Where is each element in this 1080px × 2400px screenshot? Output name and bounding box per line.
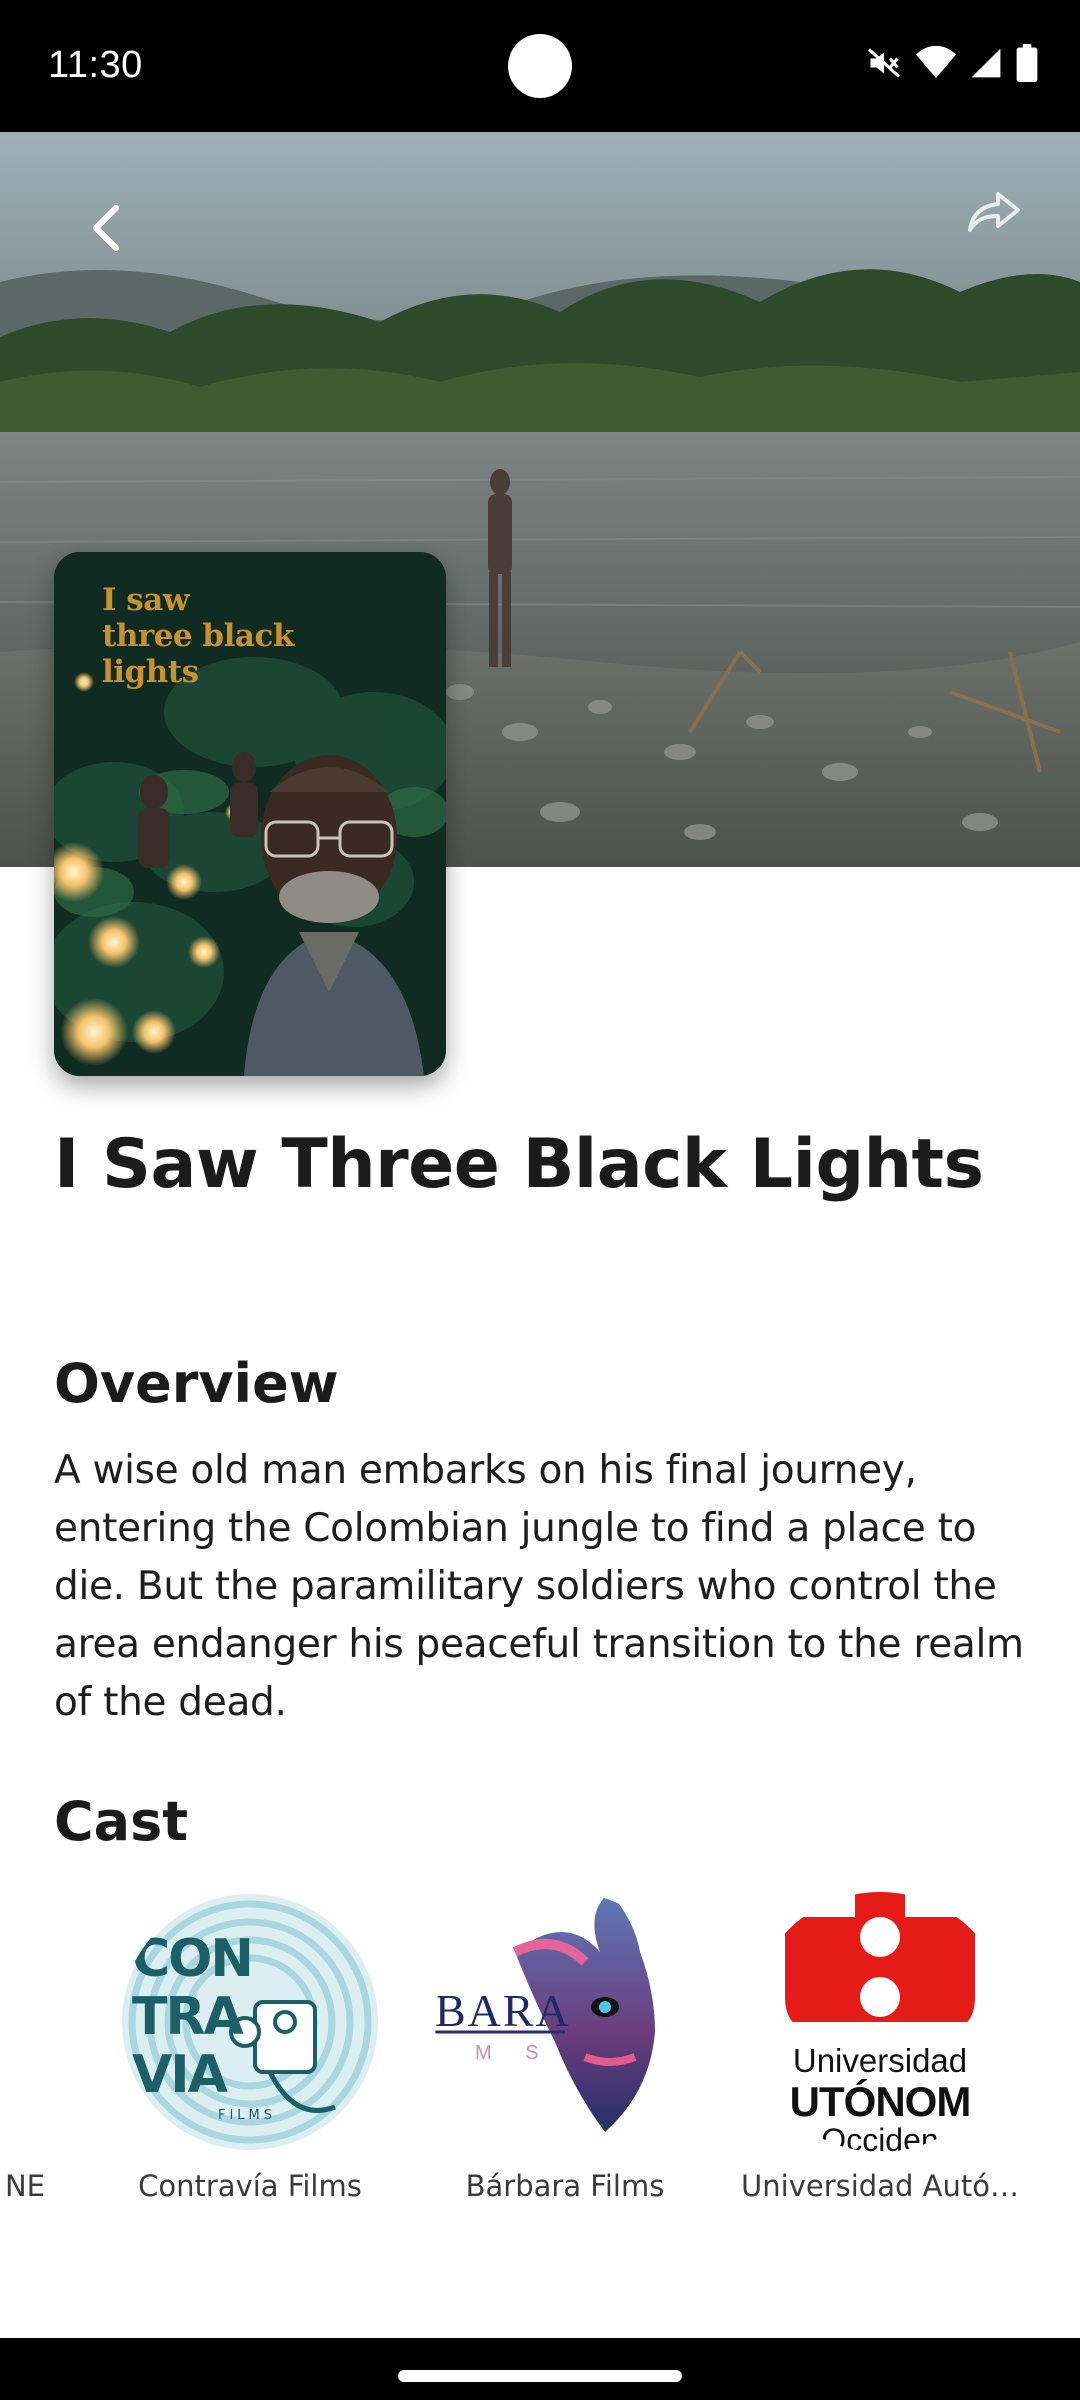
battery-icon: [1016, 44, 1038, 82]
share-button[interactable]: [958, 176, 1030, 248]
status-bar: 11:30: [0, 0, 1080, 132]
cast-list[interactable]: NE CON TRA VIA FILMS Contravía Films BAR…: [0, 1892, 1080, 2222]
movie-detail-screen: I saw three black lights I Saw Three Bla…: [0, 132, 1080, 2338]
chevron-left-icon: [93, 205, 119, 251]
camera-cutout: [508, 34, 572, 98]
logo-text: M S: [475, 2042, 553, 2064]
cast-name: Bárbara Films: [465, 2169, 665, 2203]
cast-name: Contravía Films: [138, 2169, 362, 2203]
poster-title: I saw three black lights: [102, 582, 302, 690]
logo-text: Universidad: [792, 2042, 968, 2079]
cast-item[interactable]: Universidad UTÓNOM Occiden Universidad A…: [740, 1892, 1020, 2222]
cast-avatar: BARA M S: [435, 1892, 695, 2152]
logo-text: Occiden: [821, 2122, 939, 2152]
cast-avatar: Universidad UTÓNOM Occiden: [750, 1892, 1010, 2152]
cast-avatar: CON TRA VIA FILMS: [120, 1892, 380, 2152]
movie-title: I Saw Three Black Lights: [54, 1125, 984, 1204]
navigation-bar: [0, 2338, 1080, 2400]
overview-heading: Overview: [54, 1352, 339, 1415]
cast-avatar: [0, 1892, 25, 2152]
logo-text: BARA: [435, 1985, 571, 2036]
cast-name: Universidad Autó…: [741, 2169, 1019, 2203]
signal-icon: [971, 48, 1001, 78]
status-icons: [866, 44, 1038, 82]
cast-heading: Cast: [54, 1790, 189, 1853]
overview-text: A wise old man embarks on his final jour…: [54, 1448, 1024, 1725]
wifi-icon: [916, 45, 956, 78]
cast-item[interactable]: CON TRA VIA FILMS Contravía Films: [110, 1892, 390, 2222]
cast-item[interactable]: BARA M S Bárbara Films: [425, 1892, 705, 2222]
logo-text-line: VIA: [132, 2045, 228, 2105]
movie-poster: I saw three black lights: [54, 552, 446, 1076]
home-indicator[interactable]: [398, 2370, 682, 2382]
cast-name: NE: [4, 2169, 45, 2203]
share-arrow-icon: [968, 192, 1020, 232]
status-time: 11:30: [48, 44, 143, 86]
logo-text: UTÓNOM: [789, 2078, 972, 2125]
poster-title-line: three black: [102, 618, 294, 654]
logo-text-line: CON: [132, 1929, 254, 1989]
logo-text-line: FILMS: [218, 2108, 277, 2123]
poster-title-line: I saw: [102, 582, 190, 618]
poster-title-line: lights: [102, 654, 199, 690]
mute-icon: [867, 48, 901, 78]
back-button[interactable]: [72, 192, 144, 264]
logo-text-line: TRA: [132, 1987, 244, 2047]
cast-item[interactable]: NE: [0, 1892, 45, 2222]
